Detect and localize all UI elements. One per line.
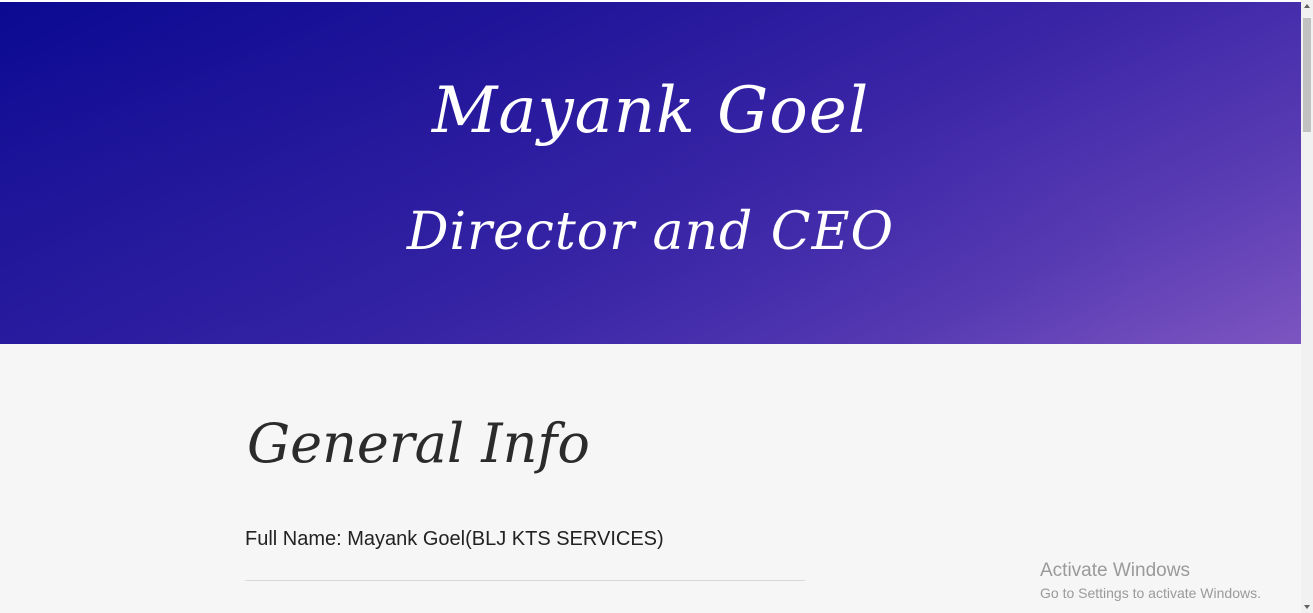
scroll-thumb[interactable] bbox=[1303, 18, 1311, 132]
full-name-row: Full Name: Mayank Goel(BLJ KTS SERVICES) bbox=[245, 528, 664, 550]
section-heading: General Info bbox=[247, 412, 590, 475]
watermark-title: Activate Windows bbox=[1040, 560, 1190, 581]
hero-job-title: Director and CEO bbox=[406, 202, 895, 262]
hero-name: Mayank Goel bbox=[431, 74, 870, 148]
scroll-down-arrow-icon[interactable] bbox=[1304, 605, 1310, 609]
divider bbox=[245, 580, 805, 581]
scroll-up-arrow-icon[interactable] bbox=[1304, 4, 1310, 8]
windows-activation-watermark: Activate Windows Go to Settings to activ… bbox=[1040, 560, 1261, 604]
vertical-scrollbar[interactable] bbox=[1301, 0, 1313, 613]
profile-page: Mayank Goel Director and CEO General Inf… bbox=[0, 0, 1313, 613]
hero-banner: Mayank Goel Director and CEO bbox=[0, 2, 1301, 344]
watermark-subtitle: Go to Settings to activate Windows. bbox=[1040, 585, 1261, 601]
